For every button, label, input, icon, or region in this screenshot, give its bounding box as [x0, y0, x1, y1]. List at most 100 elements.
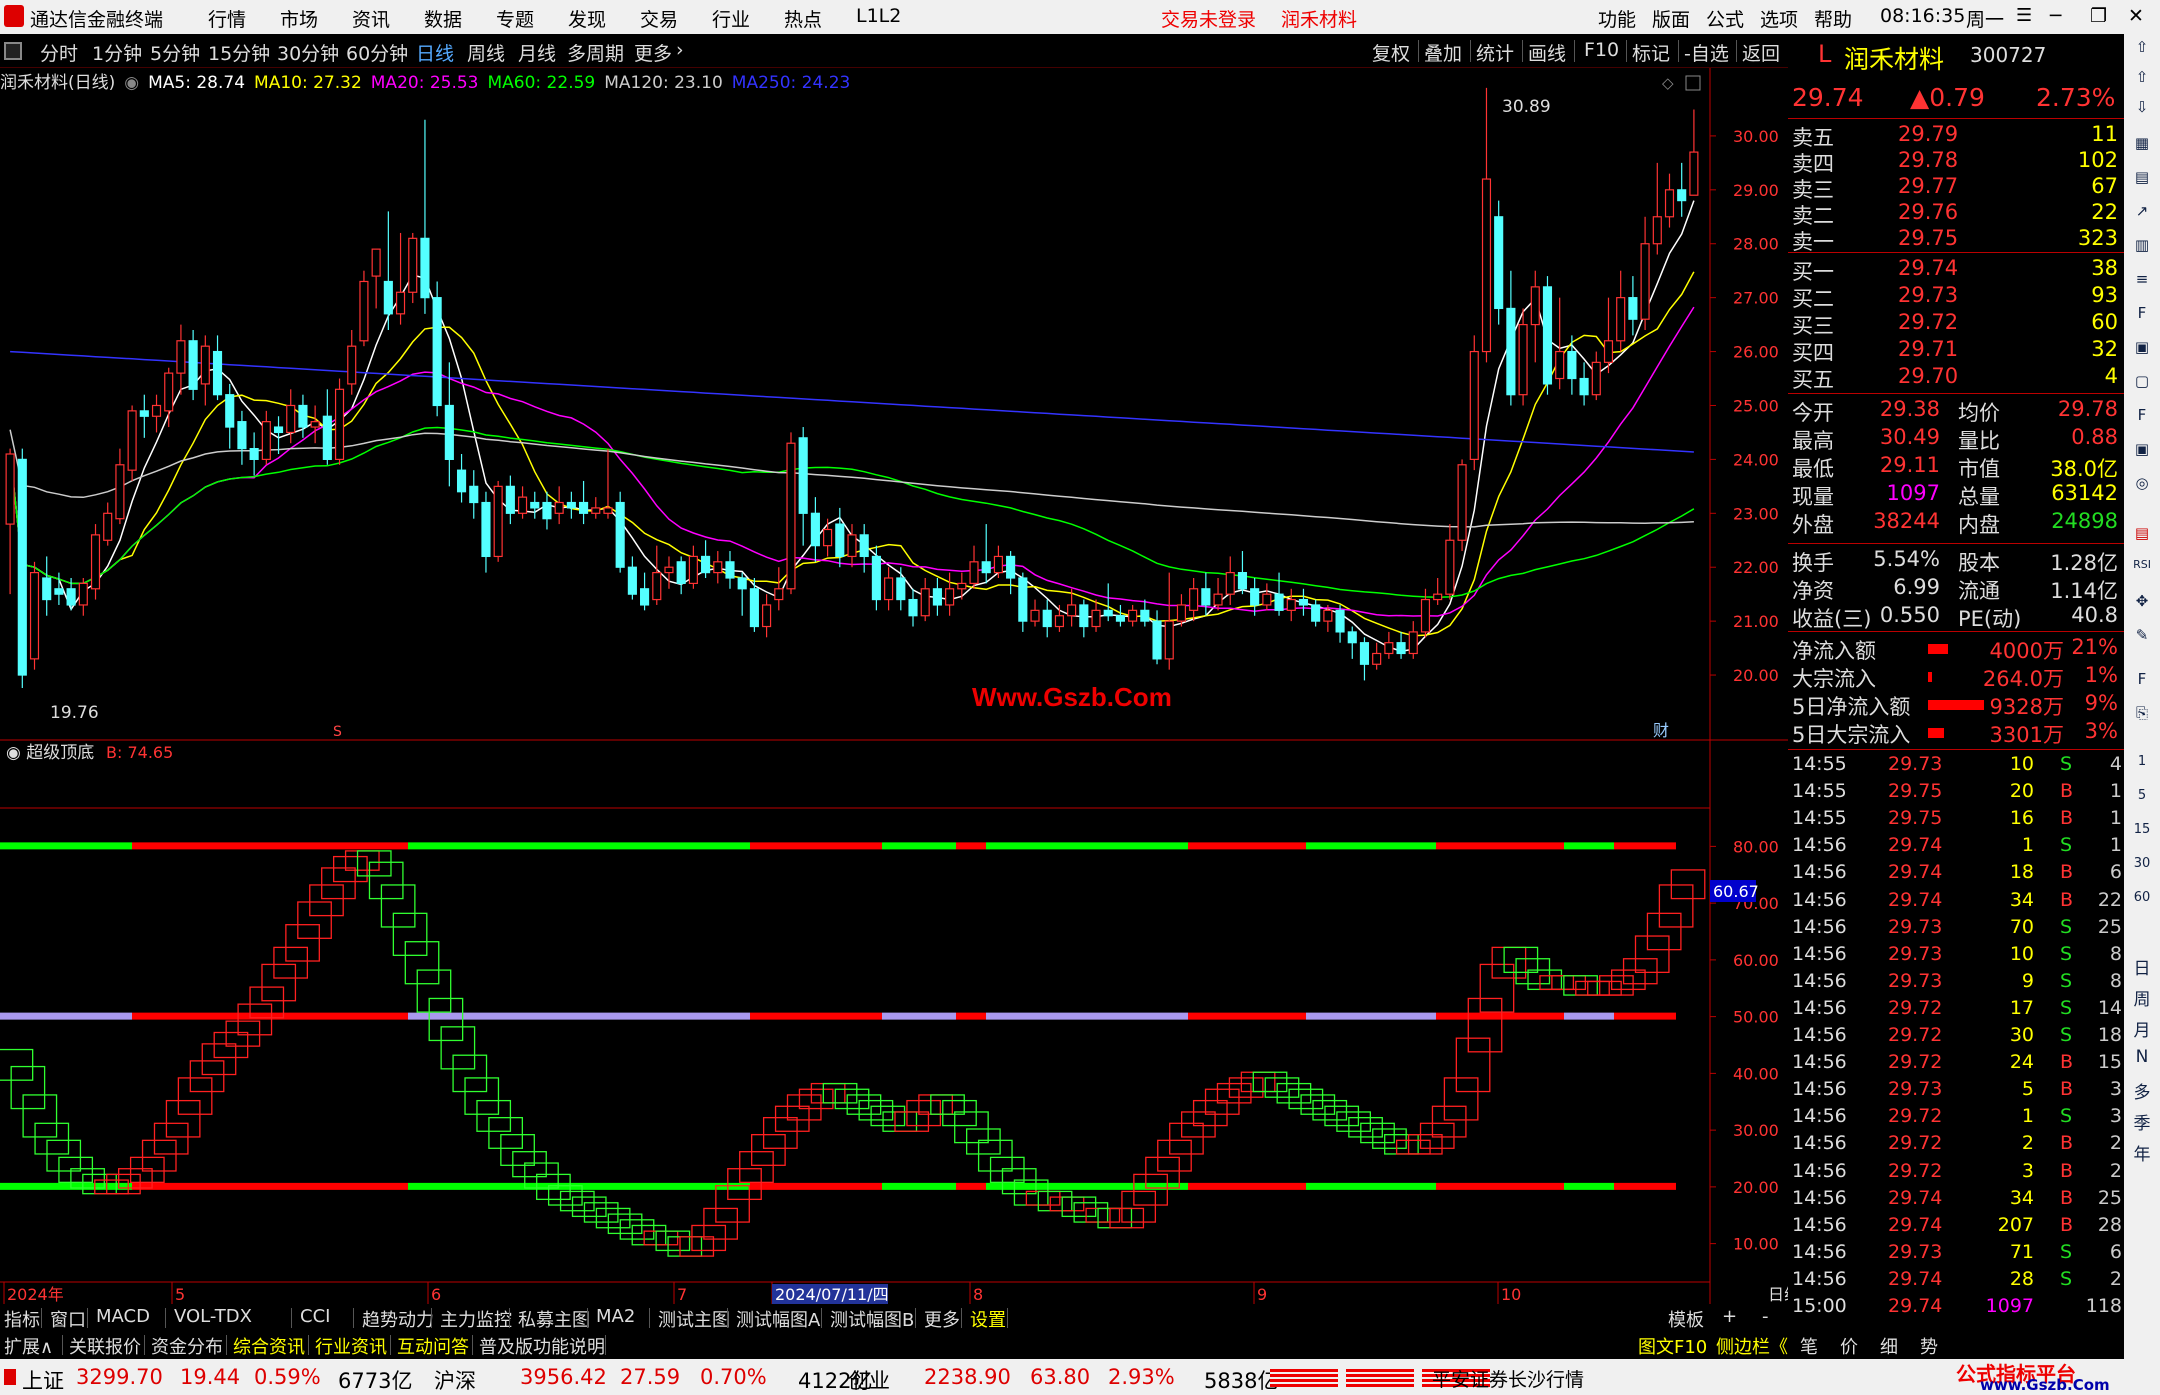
bid-row[interactable]: 买四 29.71 32: [1788, 337, 2124, 365]
indicator-tab-9[interactable]: 测试主图: [658, 1306, 730, 1332]
menu-quotes[interactable]: 行情: [208, 5, 246, 32]
indicator-tab-7[interactable]: 私募主图: [518, 1306, 590, 1332]
bid-row[interactable]: 买五 29.70 4: [1788, 364, 2124, 392]
tick-row[interactable]: 14:56 29.74 34 B 22: [1788, 889, 2124, 916]
indicator-tab-8[interactable]: MA2: [596, 1306, 635, 1327]
arrow-down-icon[interactable]: ⇩: [2130, 98, 2154, 122]
stat2-row[interactable]: 净资 6.99 流通 1.14亿: [1788, 575, 2124, 603]
period-5-icon[interactable]: 5: [2130, 788, 2154, 812]
list-icon[interactable]: ≡: [2130, 270, 2154, 294]
login-status[interactable]: 交易未登录: [1161, 5, 1256, 32]
circle-icon[interactable]: ◎: [2130, 474, 2154, 498]
tick-row[interactable]: 14:56 29.72 30 S 18: [1788, 1024, 2124, 1051]
ask-row[interactable]: 卖一 29.75 323: [1788, 226, 2124, 254]
side-period-3[interactable]: N: [2130, 1047, 2154, 1073]
arrow-up-icon-2[interactable]: ⇧: [2130, 68, 2154, 92]
bottom-right-2[interactable]: -: [1762, 1306, 1769, 1327]
side-period-6[interactable]: 年: [2130, 1140, 2154, 1166]
indicator-tab-4[interactable]: CCI: [300, 1306, 330, 1327]
right-tab-1[interactable]: 侧边栏《: [1716, 1333, 1788, 1359]
tick-row[interactable]: 14:56 29.72 17 S 14: [1788, 997, 2124, 1024]
bid-row[interactable]: 买一 29.74 38: [1788, 256, 2124, 284]
tick-row[interactable]: 14:56 29.73 5 B 3: [1788, 1078, 2124, 1105]
indicator-tab-6[interactable]: 主力监控: [440, 1306, 512, 1332]
right-tab-5[interactable]: 势: [1920, 1333, 1938, 1359]
menu-market[interactable]: 市场: [280, 5, 318, 32]
stat2-row[interactable]: 换手 5.54% 股本 1.28亿: [1788, 547, 2124, 575]
chart-icon[interactable]: ▦: [2130, 134, 2154, 158]
menu-function[interactable]: 功能: [1598, 5, 1636, 32]
tick-row[interactable]: 14:55 29.75 16 B 1: [1788, 807, 2124, 834]
menu-trade[interactable]: 交易: [640, 5, 678, 32]
minimize-icon[interactable]: ─: [2050, 5, 2061, 27]
bottom-right-1[interactable]: +: [1722, 1306, 1737, 1327]
table-icon[interactable]: ▣: [2130, 338, 2154, 362]
info-tab-5[interactable]: 互动问答: [397, 1333, 469, 1359]
stat-row[interactable]: 最高 30.49 量比 0.88: [1788, 425, 2124, 453]
stat-row[interactable]: 现量 1097 总量 63142: [1788, 481, 2124, 509]
stat-row[interactable]: 最低 29.11 市值 38.0亿: [1788, 453, 2124, 481]
tool-fuquan[interactable]: 复权: [1372, 39, 1410, 66]
info-tab-0[interactable]: 扩展∧: [4, 1333, 53, 1359]
bars-icon[interactable]: ▥: [2130, 236, 2154, 260]
period-15-icon[interactable]: 15: [2130, 822, 2154, 846]
menu-options[interactable]: 选项: [1760, 5, 1798, 32]
arrow-up-icon[interactable]: ⇧: [2130, 38, 2154, 62]
flow-row[interactable]: 5日大宗流入 3301万 3%: [1788, 719, 2124, 747]
tick-row[interactable]: 14:56 29.74 28 S 2: [1788, 1268, 2124, 1295]
indicator-tab-5[interactable]: 趋势动力: [362, 1306, 434, 1332]
right-tab-2[interactable]: 笔: [1800, 1333, 1818, 1359]
ask-row[interactable]: 卖四 29.78 102: [1788, 148, 2124, 176]
tab-period-weekly[interactable]: 周线: [467, 39, 505, 66]
info-icon[interactable]: ◉: [124, 73, 139, 93]
tool-mark[interactable]: 标记: [1632, 39, 1670, 66]
grid-icon[interactable]: ▤: [2130, 168, 2154, 192]
tab-period-daily[interactable]: 日线: [416, 39, 454, 66]
ask-row[interactable]: 卖三 29.77 67: [1788, 174, 2124, 202]
tick-row[interactable]: 14:55 29.73 10 S 4: [1788, 753, 2124, 780]
box-icon[interactable]: ▣: [2130, 440, 2154, 464]
tick-row[interactable]: 14:56 29.72 1 S 3: [1788, 1105, 2124, 1132]
toggle-icon[interactable]: [4, 42, 22, 60]
bid-row[interactable]: 买二 29.73 93: [1788, 283, 2124, 311]
rsi-icon[interactable]: ▤: [2130, 524, 2154, 548]
menu-hot[interactable]: 热点: [784, 5, 822, 32]
indicator-tab-12[interactable]: 更多: [924, 1306, 960, 1332]
indicator-tab-13[interactable]: 设置: [970, 1306, 1006, 1332]
window-menu-icon[interactable]: ☰: [2016, 5, 2032, 26]
tick-row[interactable]: 14:56 29.74 207 B 28: [1788, 1214, 2124, 1241]
menu-layout[interactable]: 版面: [1652, 5, 1690, 32]
close-icon[interactable]: ✕: [2128, 5, 2144, 27]
tool-stats[interactable]: 统计: [1476, 39, 1514, 66]
menu-help[interactable]: 帮助: [1814, 5, 1852, 32]
tick-row[interactable]: 14:56 29.72 2 B 2: [1788, 1132, 2124, 1159]
tick-row[interactable]: 14:56 29.74 34 B 25: [1788, 1187, 2124, 1214]
tick-row[interactable]: 14:56 29.73 71 S 6: [1788, 1241, 2124, 1268]
tick-row[interactable]: 15:00 29.74 1097 118: [1788, 1295, 2124, 1322]
tab-period-more[interactable]: 更多: [634, 39, 672, 66]
tool-f10[interactable]: F10: [1584, 39, 1619, 61]
side-period-5[interactable]: 季: [2130, 1109, 2154, 1135]
tick-row[interactable]: 14:55 29.75 20 B 1: [1788, 780, 2124, 807]
trend-icon[interactable]: ↗: [2130, 202, 2154, 226]
target-icon[interactable]: ✥: [2130, 592, 2154, 616]
bottom-right-0[interactable]: 模板: [1668, 1306, 1704, 1332]
tab-period-60min[interactable]: 60分钟: [346, 39, 408, 66]
tab-period-fenshi[interactable]: 分时: [40, 39, 78, 66]
tool-draw[interactable]: 画线: [1528, 39, 1566, 66]
side-period-0[interactable]: 日: [2130, 954, 2154, 980]
indicator-tab-2[interactable]: MACD: [96, 1306, 150, 1327]
tick-row[interactable]: 14:56 29.73 10 S 8: [1788, 943, 2124, 970]
period-1-icon[interactable]: 1: [2130, 754, 2154, 778]
menu-l1l2[interactable]: L1L2: [856, 5, 901, 27]
tool-remove-watchlist[interactable]: -自选: [1684, 39, 1729, 66]
chevron-right-icon[interactable]: ›: [676, 39, 684, 61]
tab-period-5min[interactable]: 5分钟: [150, 39, 200, 66]
right-tab-0[interactable]: 图文F10: [1638, 1333, 1707, 1359]
indicator-tab-3[interactable]: VOL-TDX: [174, 1306, 252, 1327]
tab-period-multi[interactable]: 多周期: [567, 39, 624, 66]
restore-icon[interactable]: ❐: [2090, 5, 2107, 27]
info-tab-2[interactable]: 资金分布: [151, 1333, 223, 1359]
tool-overlay[interactable]: 叠加: [1424, 39, 1462, 66]
menu-industry[interactable]: 行业: [712, 5, 750, 32]
